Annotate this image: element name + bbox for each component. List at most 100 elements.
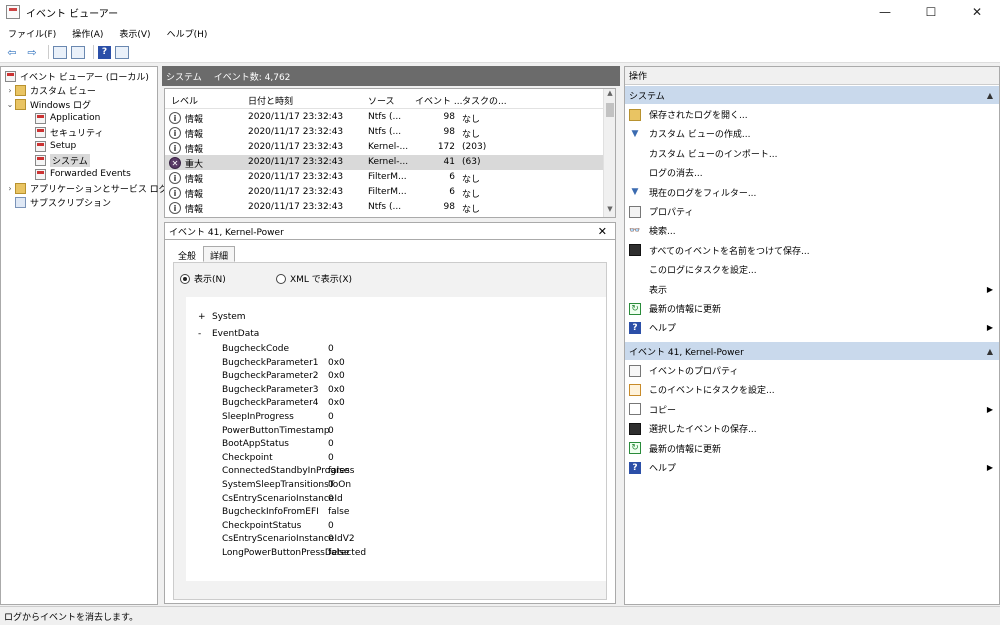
table-row[interactable]: i 情報 2020/11/17 23:32:43 FilterM... 6 なし (165, 185, 605, 200)
expand-arrow-icon[interactable]: › (5, 86, 15, 95)
action-item[interactable]: 表示 ▶ (625, 280, 999, 299)
cell-level: 情報 (185, 175, 204, 185)
field-value: 0 (328, 480, 334, 490)
cell-level: 情報 (185, 190, 204, 200)
refresh-icon: ↻ (629, 442, 641, 455)
title-bar: イベント ビューアー — ☐ ✕ (0, 0, 1000, 24)
minimize-button[interactable]: — (862, 0, 908, 24)
tab-details[interactable]: 詳細 (203, 246, 236, 262)
maximize-button[interactable]: ☐ (908, 0, 954, 24)
close-window-button[interactable]: ✕ (954, 0, 1000, 24)
close-detail-icon[interactable]: ✕ (598, 225, 607, 238)
eventdata-field: LongPowerButtonPressDetectedfalse (222, 548, 366, 561)
action-item[interactable]: ↻ 最新の情報に更新 (625, 299, 999, 318)
action-item[interactable]: プロパティ (625, 202, 999, 221)
table-row[interactable]: i 情報 2020/11/17 23:32:43 Ntfs (... 98 なし (165, 125, 605, 140)
action-item[interactable]: すべてのイベントを名前をつけて保存... (625, 241, 999, 260)
log-icon (35, 112, 46, 124)
radio-selected-icon[interactable] (180, 273, 190, 284)
collapse-caret-icon[interactable]: ▲ (987, 347, 993, 356)
table-row[interactable]: i 情報 2020/11/17 23:32:43 Ntfs (... 98 なし (165, 110, 605, 125)
action-item[interactable]: コピー ▶ (625, 400, 999, 419)
field-name: BootAppStatus (222, 439, 289, 450)
eventdata-field: BugcheckParameter4 0x0 (222, 398, 345, 411)
radio-xml-view[interactable]: XML で表示(X) (276, 272, 352, 285)
help-icon[interactable]: ? (98, 45, 111, 59)
action-item[interactable]: 👓 検索... (625, 221, 999, 240)
action-item[interactable]: イベントのプロパティ (625, 361, 999, 380)
collapse-caret-icon[interactable]: ▲ (987, 91, 993, 100)
critical-level-icon: ✕ (169, 157, 181, 169)
forward-arrow-icon[interactable]: ⇨ (24, 44, 40, 60)
column-task-category[interactable]: タスクの... (462, 94, 507, 107)
show-hide-tree-icon[interactable] (71, 45, 85, 59)
table-row[interactable]: i 情報 2020/11/17 23:32:43 Ntfs (... 98 なし (165, 200, 605, 215)
tree-log-forwarded-events[interactable]: Forwarded Events (35, 167, 131, 181)
radio-unselected-icon[interactable] (276, 273, 286, 284)
field-name: BugcheckParameter2 (222, 371, 319, 382)
menu-action[interactable]: 操作(A) (64, 27, 111, 40)
menu-file[interactable]: ファイル(F) (0, 27, 64, 40)
scroll-down-icon[interactable]: ▼ (604, 205, 615, 217)
table-row[interactable]: i 情報 2020/11/17 23:32:43 FilterM... 6 なし (165, 170, 605, 185)
actions-section-event[interactable]: イベント 41, Kernel-Power ▲ (625, 342, 999, 360)
radio-friendly-view[interactable]: 表示(N) (180, 272, 226, 285)
log-icon (35, 168, 46, 180)
action-item[interactable]: ? ヘルプ ▶ (625, 458, 999, 477)
field-name: BugcheckInfoFromEFI (222, 507, 319, 518)
action-item[interactable]: 保存されたログを開く... (625, 105, 999, 124)
tab-general[interactable]: 全般 (171, 246, 203, 262)
toolbar: ⇦ ⇨ ? (0, 42, 1000, 63)
system-node: System (212, 312, 246, 322)
event-detail-title: イベント 41, Kernel-Power (169, 227, 284, 238)
action-item[interactable]: ▼ 現在のログをフィルター... (625, 183, 999, 202)
toolbar-separator (93, 45, 94, 59)
tree-log-setup[interactable]: Setup (35, 139, 76, 153)
cell-datetime: 2020/11/17 23:32:43 (248, 157, 344, 167)
action-item[interactable]: このログにタスクを設定... (625, 260, 999, 279)
info-level-icon: i (169, 112, 181, 124)
menu-view[interactable]: 表示(V) (111, 27, 158, 40)
tree-root[interactable]: イベント ビューアー (ローカル) (5, 69, 149, 83)
tree-log-application[interactable]: Application (35, 111, 100, 125)
show-hide-action-pane-icon[interactable] (115, 45, 129, 59)
field-name: PowerButtonTimestamp (222, 425, 330, 436)
up-folder-icon[interactable] (53, 45, 67, 59)
table-row[interactable]: i 情報 2020/11/17 23:32:43 Kernel-... 172 (203) (165, 140, 605, 155)
expand-arrow-icon[interactable]: › (5, 184, 15, 193)
column-event-id[interactable]: イベント ... (415, 94, 462, 107)
action-item[interactable]: ▼ カスタム ビューの作成... (625, 124, 999, 143)
action-item[interactable]: ログの消去... (625, 163, 999, 182)
tree-log-system[interactable]: システム (35, 153, 90, 167)
table-row[interactable]: ✕ 重大 2020/11/17 23:32:43 Kernel-... 41 (63) (165, 155, 605, 170)
column-source[interactable]: ソース (368, 94, 395, 107)
events-scrollbar[interactable]: ▲ ▼ (603, 89, 615, 217)
back-arrow-icon[interactable]: ⇦ (4, 44, 20, 60)
scroll-up-icon[interactable]: ▲ (604, 89, 615, 101)
action-item[interactable]: このイベントにタスクを設定... (625, 380, 999, 399)
save-icon (629, 422, 641, 435)
column-level[interactable]: レベル (171, 94, 198, 107)
collapse-eventdata-toggle[interactable]: - (198, 329, 201, 339)
tree-windows-logs[interactable]: ⌄ Windows ログ (5, 97, 91, 111)
cell-event-id: 6 (449, 187, 455, 197)
action-item[interactable]: カスタム ビューのインポート... (625, 144, 999, 163)
blank-icon (629, 147, 641, 159)
info-level-icon: i (169, 172, 181, 184)
tree-log-security[interactable]: セキュリティ (35, 125, 103, 139)
open-icon (629, 108, 641, 121)
scroll-thumb[interactable] (606, 103, 614, 117)
column-datetime[interactable]: 日付と時刻 (248, 94, 293, 107)
action-item[interactable]: ? ヘルプ ▶ (625, 318, 999, 337)
menu-help[interactable]: ヘルプ(H) (159, 27, 216, 40)
action-item[interactable]: ↻ 最新の情報に更新 (625, 439, 999, 458)
tree-custom-views[interactable]: › カスタム ビュー (5, 83, 96, 97)
details-tab-panel: 表示(N) XML で表示(X) + System - EventData Bu… (173, 262, 607, 600)
tree-subscriptions[interactable]: サブスクリプション (15, 195, 111, 209)
tree-apps-services-logs[interactable]: › アプリケーションとサービス ログ (5, 181, 168, 195)
actions-section-system[interactable]: システム ▲ (625, 86, 999, 104)
console-tree: イベント ビューアー (ローカル) › カスタム ビュー ⌄ Windows ロ… (0, 66, 168, 605)
action-item[interactable]: 選択したイベントの保存... (625, 419, 999, 438)
expand-system-toggle[interactable]: + (198, 312, 206, 322)
collapse-arrow-icon[interactable]: ⌄ (5, 100, 15, 109)
